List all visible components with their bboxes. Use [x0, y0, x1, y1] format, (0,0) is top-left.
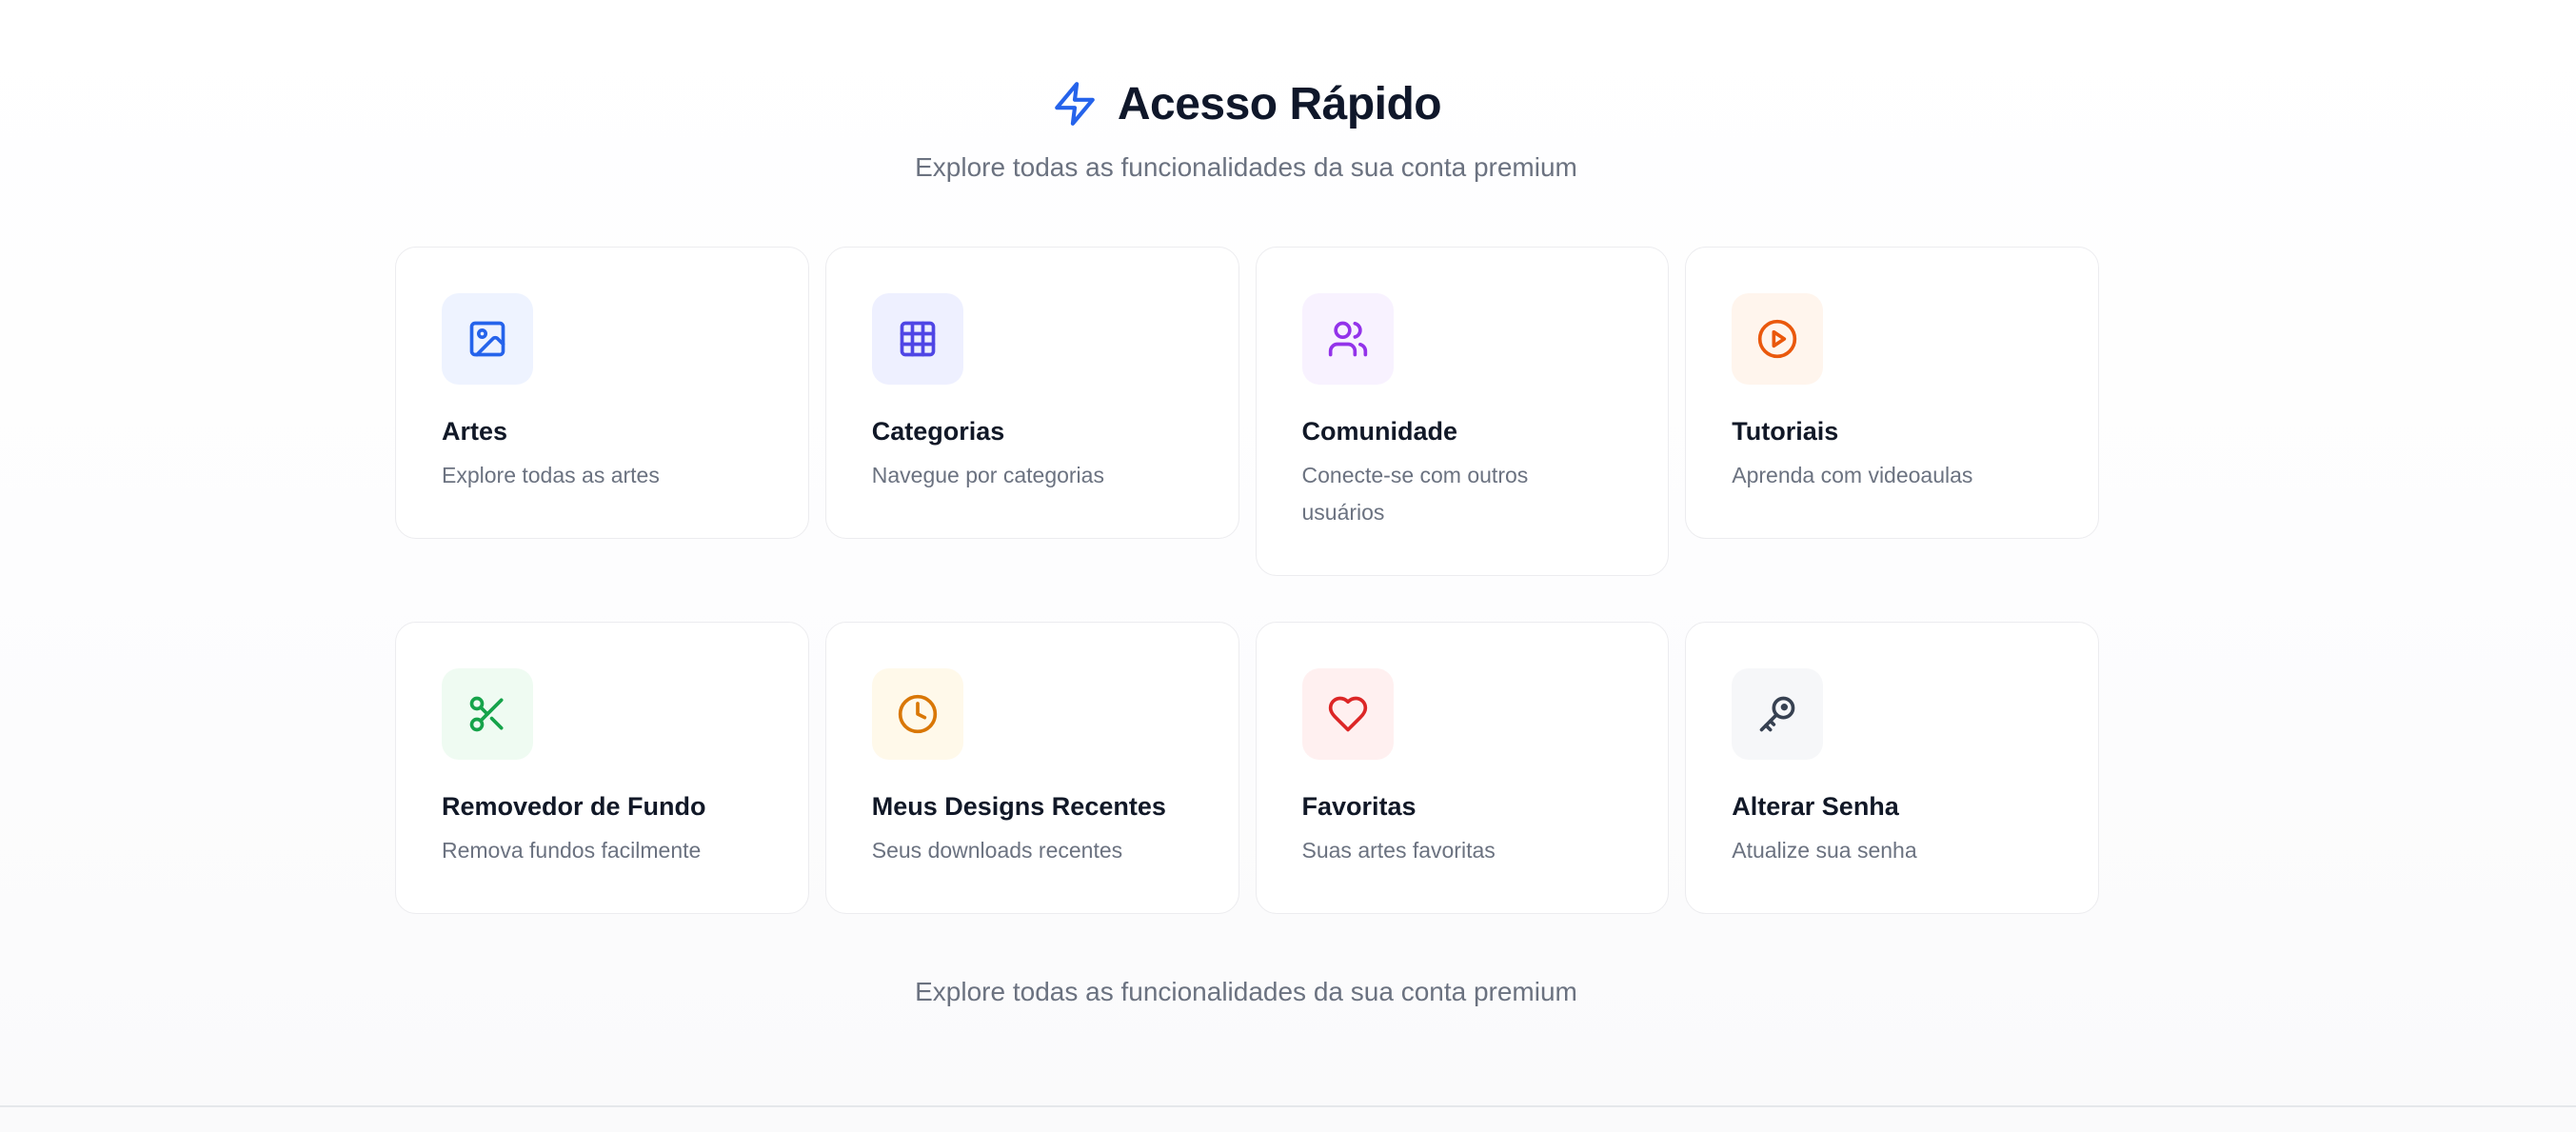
card-icon-box	[1732, 293, 1824, 385]
card-title: Comunidade	[1301, 417, 1458, 446]
users-icon	[1328, 321, 1367, 357]
card-icon-box	[1301, 293, 1394, 385]
card-meus-designs-recentes[interactable]: Meus Designs Recentes Seus downloads rec…	[824, 622, 1239, 914]
cards-row-1: Artes Explore todas as artes Categorias …	[395, 247, 2099, 576]
card-categorias[interactable]: Categorias Navegue por categorias	[824, 247, 1239, 539]
page-subtitle: Explore todas as funcionalidades da sua …	[915, 152, 1577, 182]
card-comunidade[interactable]: Comunidade Conecte-se com outros usuário…	[1255, 247, 1670, 576]
card-title: Meus Designs Recentes	[871, 792, 1166, 821]
card-description: Aprenda com videoaulas	[1732, 463, 1973, 487]
card-alterar-senha[interactable]: Alterar Senha Atualize sua senha	[1685, 622, 2099, 914]
card-title: Favoritas	[1301, 792, 1417, 821]
card-description: Conecte-se com outros usuários	[1301, 463, 1529, 525]
heart-icon	[1328, 696, 1367, 732]
image-icon	[469, 321, 505, 357]
bottom-divider	[0, 1105, 2576, 1107]
card-description: Navegue por categorias	[871, 463, 1104, 487]
footer-subtitle: Explore todas as funcionalidades da sua …	[915, 977, 1577, 1006]
card-icon-box	[442, 293, 533, 385]
key-icon	[1759, 696, 1795, 732]
card-icon-box	[1732, 668, 1824, 760]
card-description: Remova fundos facilmente	[442, 838, 702, 863]
quick-access-header: Acesso Rápido Explore todas as funcional…	[0, 74, 2492, 183]
quick-access-grid: Artes Explore todas as artes Categorias …	[395, 247, 2099, 960]
card-title: Alterar Senha	[1732, 792, 1899, 821]
card-description: Seus downloads recentes	[871, 838, 1123, 863]
lightning-bolt-icon	[1051, 80, 1099, 128]
card-tutoriais[interactable]: Tutoriais Aprenda com videoaulas	[1685, 247, 2099, 539]
card-description: Suas artes favoritas	[1301, 838, 1496, 863]
card-title: Categorias	[871, 417, 1005, 446]
card-title: Artes	[442, 417, 508, 446]
cards-row-2: Removedor de Fundo Remova fundos facilme…	[395, 622, 2099, 914]
page-title: Acesso Rápido	[1117, 78, 1442, 129]
card-description: Atualize sua senha	[1732, 838, 1917, 863]
play-circle-icon	[1758, 319, 1797, 359]
card-icon-box	[871, 293, 963, 385]
card-title: Tutoriais	[1732, 417, 1839, 446]
clock-icon	[898, 694, 937, 734]
card-icon-box	[442, 668, 533, 760]
card-favoritas[interactable]: Favoritas Suas artes favoritas	[1255, 622, 1670, 914]
card-icon-box	[871, 668, 963, 760]
card-title: Removedor de Fundo	[442, 792, 706, 821]
scissors-icon	[469, 696, 504, 732]
card-artes[interactable]: Artes Explore todas as artes	[395, 247, 809, 539]
card-description: Explore todas as artes	[442, 463, 660, 487]
card-removedor-de-fundo[interactable]: Removedor de Fundo Remova fundos facilme…	[395, 622, 809, 914]
title-row: Acesso Rápido	[1051, 74, 1442, 133]
card-icon-box	[1301, 668, 1394, 760]
grid-icon	[900, 321, 936, 357]
